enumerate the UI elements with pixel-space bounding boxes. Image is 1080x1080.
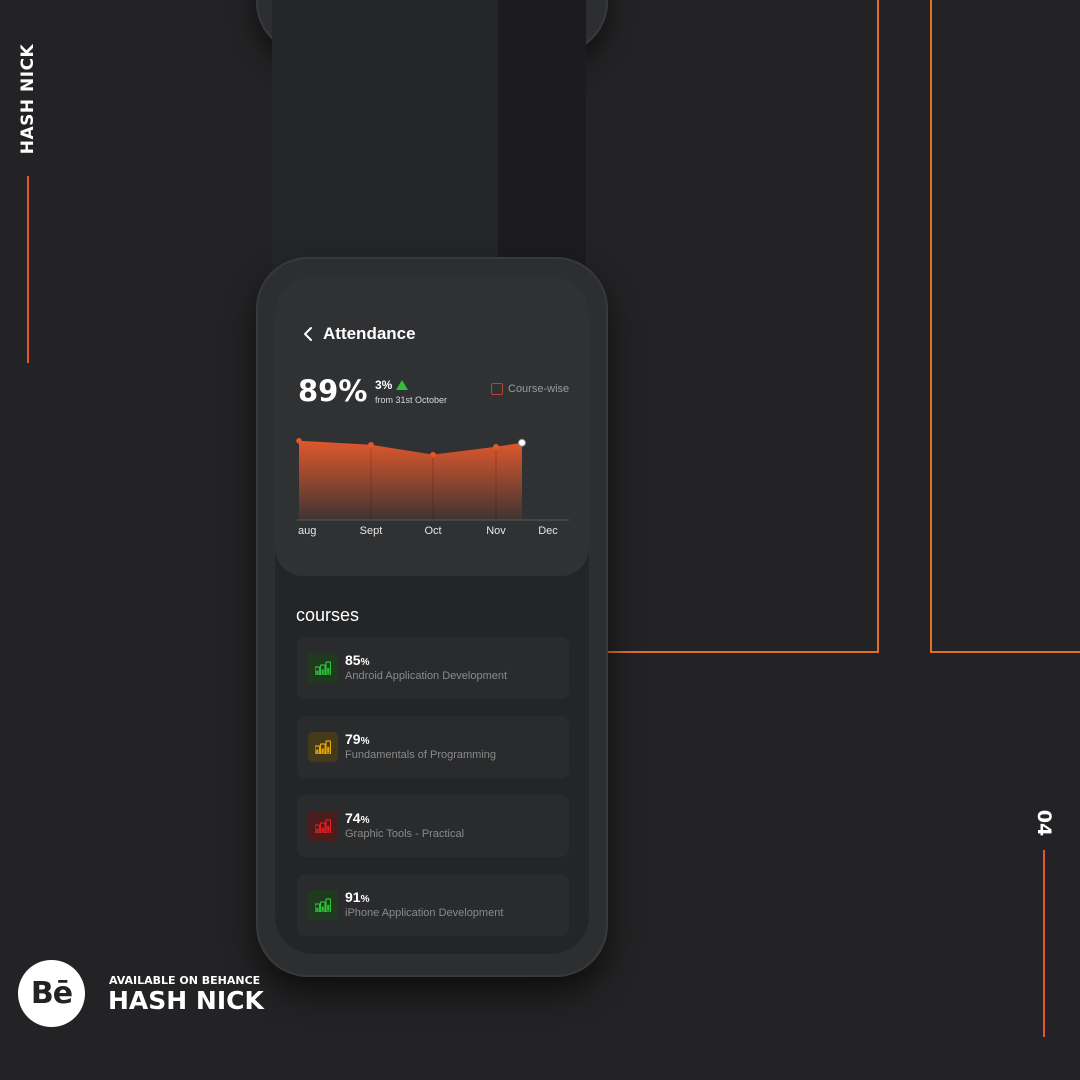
x-tick-label: Sept xyxy=(360,525,383,537)
bar-chart-icon xyxy=(308,811,338,841)
side-brand-name: HASH NICK xyxy=(10,43,46,155)
page-number: 04 xyxy=(1026,803,1062,843)
attendance-chart: aug Sept Oct Nov Dec xyxy=(296,438,569,537)
decorative-line-left xyxy=(27,176,29,363)
course-name: Fundamentals of Programming xyxy=(345,749,497,761)
course-percentage: 74% xyxy=(345,810,370,826)
chart-point xyxy=(368,441,374,448)
chart-point xyxy=(518,438,526,447)
courses-heading: courses xyxy=(296,605,360,625)
decorative-line-right xyxy=(1043,850,1045,1037)
frame-line xyxy=(877,0,879,653)
brand-name: HASH NICK xyxy=(108,986,264,1015)
frame-line xyxy=(930,651,1080,653)
bar-chart-icon xyxy=(308,653,338,683)
x-tick-label: Dec xyxy=(538,525,558,537)
phone-mockup: Attendance 89% 3% from 31st October Cour… xyxy=(256,257,608,977)
chart-area xyxy=(299,440,522,520)
behance-logo-text: Bē xyxy=(30,976,73,1011)
frame-line xyxy=(608,651,879,653)
course-name: Graphic Tools - Practical xyxy=(345,828,465,840)
x-tick-label: aug xyxy=(298,525,316,537)
chart-point xyxy=(430,451,436,458)
page-number-text: 04 xyxy=(1032,809,1055,837)
course-list: 85% Android Application Development 79% … xyxy=(297,637,569,953)
course-name: Android Application Development xyxy=(345,670,508,682)
phone-mockup-top xyxy=(256,0,608,404)
behance-logo[interactable]: Bē xyxy=(18,960,85,1027)
course-percentage: 91% xyxy=(345,889,370,905)
frame-line xyxy=(930,0,932,653)
course-card[interactable]: 91% iPhone Application Development xyxy=(297,874,569,936)
bar-chart-icon xyxy=(308,890,338,920)
course-card[interactable]: 79% Fundamentals of Programming xyxy=(297,716,569,778)
course-name: iPhone Application Development xyxy=(345,907,504,919)
course-percentage: 85% xyxy=(345,652,370,668)
course-percentage: 79% xyxy=(345,731,370,747)
phone-screen: Attendance 89% 3% from 31st October Cour… xyxy=(275,276,589,954)
chart-point xyxy=(296,438,302,444)
course-card[interactable]: 85% Android Application Development xyxy=(297,637,569,699)
course-card[interactable]: 74% Graphic Tools - Practical xyxy=(297,795,569,857)
bar-chart-icon xyxy=(308,732,338,762)
side-brand-text: HASH NICK xyxy=(18,43,39,155)
x-tick-label: Oct xyxy=(424,525,441,537)
chart-point xyxy=(493,443,499,450)
x-tick-label: Nov xyxy=(486,525,506,537)
